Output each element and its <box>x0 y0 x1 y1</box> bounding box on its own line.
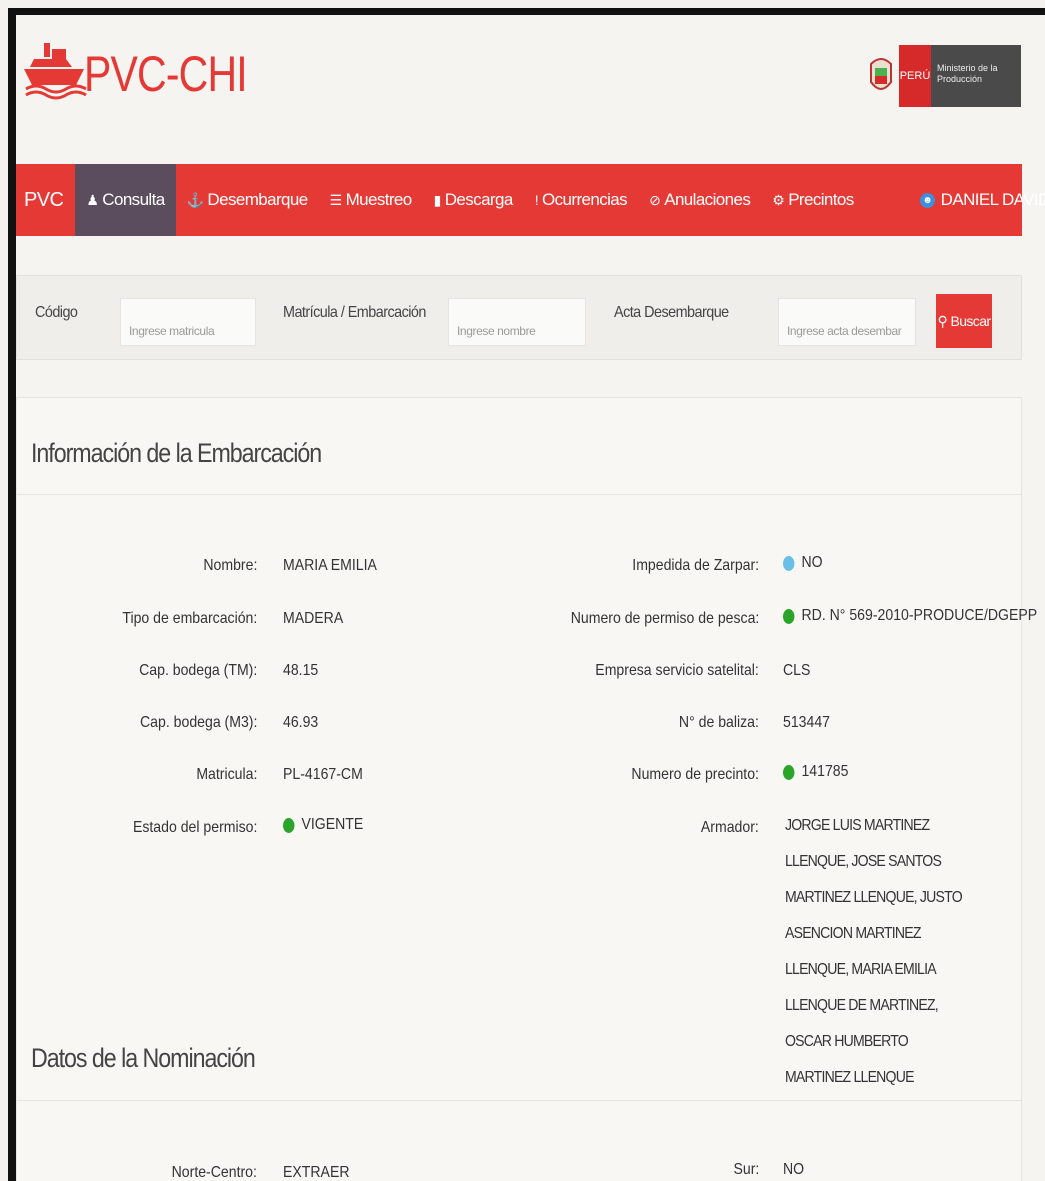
user-menu[interactable]: ☻ DANIEL DAVID DAVILA RAICO - Inspector … <box>909 164 1045 236</box>
anchor-icon: ⚓ <box>186 191 204 208</box>
bar-chart-icon: ▮ <box>433 191 442 208</box>
nav-item-descarga[interactable]: ▮ Descarga <box>423 164 524 236</box>
nav-item-label: Consulta <box>102 190 165 209</box>
field-label: Impedida de Zarpar: <box>632 557 759 574</box>
status-green-dot <box>783 764 795 780</box>
acta-input[interactable] <box>778 298 916 346</box>
nav-brand[interactable]: PVC <box>16 164 75 236</box>
ban-icon: ⊘ <box>649 191 661 208</box>
search-icon: ⚲ <box>937 312 948 329</box>
nav-item-label: Ocurrencias <box>542 190 628 209</box>
nav-item-muestreo[interactable]: ☰ Muestreo <box>319 164 423 236</box>
header: PVC-CHI PERÚ Ministerio de la Producción <box>16 15 1045 160</box>
nav-item-precintos[interactable]: ⚙ Precintos <box>761 164 864 236</box>
ship-logo-icon <box>24 43 87 100</box>
status-text: 141785 <box>801 763 849 780</box>
nav-item-anulaciones[interactable]: ⊘ Anulaciones <box>638 164 761 236</box>
peru-shield-icon <box>870 58 892 90</box>
codigo-input[interactable] <box>120 298 256 346</box>
embarcacion-title: Información de la Embarcación <box>31 438 322 468</box>
field-value: PL-4167-CM <box>283 766 363 783</box>
field-label: Nombre: <box>203 557 257 574</box>
matricula-input[interactable] <box>448 298 586 346</box>
status-blue-dot <box>783 555 795 571</box>
buscar-button[interactable]: ⚲ Buscar <box>936 294 992 348</box>
field-value: VIGENTE <box>283 816 363 834</box>
field-label: Armador: <box>701 819 759 836</box>
status-text: RD. N° 569-2010-PRODUCE/DGEPP <box>801 607 1038 624</box>
field-label: Sur: <box>733 1161 759 1178</box>
field-label: Numero de precinto: <box>631 766 759 783</box>
field-value: NO <box>783 1161 805 1178</box>
government-badge: PERÚ Ministerio de la Producción <box>867 45 1021 107</box>
field-label: Tipo de embarcación: <box>122 610 257 627</box>
field-value: MARIA EMILIA <box>283 557 377 574</box>
app-logo-text: PVC-CHI <box>84 46 248 102</box>
nominacion-title: Datos de la Nominación <box>31 1043 256 1073</box>
embarcacion-panel: Información de la Embarcación Nombre: MA… <box>16 397 1037 1181</box>
field-value: 513447 <box>783 714 830 731</box>
divider <box>17 1100 1021 1101</box>
field-value: 46.93 <box>283 714 319 731</box>
peru-label: PERÚ <box>899 45 931 107</box>
acta-label: Acta Desembarque <box>614 304 729 321</box>
buscar-label: Buscar <box>950 312 991 329</box>
app-logo[interactable]: PVC-CHI <box>22 37 283 103</box>
field-value: EXTRAER <box>283 1164 350 1181</box>
field-value: RD. N° 569-2010-PRODUCE/DGEPP <box>783 607 1037 625</box>
user-icon: ♟ <box>86 191 99 208</box>
main-navbar: PVC ♟ Consulta ⚓ Desembarque ☰ Muestreo … <box>16 164 1045 236</box>
field-label: Cap. bodega (TM): <box>138 662 257 679</box>
field-label: Estado del permiso: <box>132 819 257 836</box>
field-label: Numero de permiso de pesca: <box>570 610 759 627</box>
nav-item-consulta[interactable]: ♟ Consulta <box>75 164 176 236</box>
nav-item-ocurrencias[interactable]: ! Ocurrencias <box>524 164 638 236</box>
nav-item-desembarque[interactable]: ⚓ Desembarque <box>176 164 319 236</box>
ministry-label: Ministerio de la Producción <box>931 45 1021 107</box>
field-label: Cap. bodega (M3): <box>139 714 257 731</box>
exclamation-icon: ! <box>534 192 539 208</box>
field-value: 141785 <box>783 763 848 781</box>
divider <box>17 494 1021 495</box>
search-panel: Código Matrícula / Embarcación Acta Dese… <box>16 275 1022 360</box>
status-text: NO <box>801 554 823 571</box>
nav-item-label: Precintos <box>788 190 854 209</box>
field-label: Matricula: <box>195 766 257 783</box>
nav-item-label: Anulaciones <box>664 190 751 209</box>
nav-item-label: Muestreo <box>345 190 413 209</box>
nav-item-label: Descarga <box>444 190 514 209</box>
field-value: 48.15 <box>283 662 319 679</box>
app-frame: PVC-CHI PERÚ Ministerio de la Producción… <box>8 8 1045 1181</box>
field-value: CLS <box>783 662 811 679</box>
field-value: MADERA <box>283 610 344 627</box>
user-avatar-icon: ☻ <box>919 192 935 208</box>
status-green-dot <box>283 817 295 833</box>
codigo-label: Código <box>35 304 78 321</box>
gear-icon: ⚙ <box>772 191 785 208</box>
status-text: VIGENTE <box>301 816 364 833</box>
field-label: N° de baliza: <box>679 714 759 731</box>
matricula-label: Matrícula / Embarcación <box>283 304 426 321</box>
field-label: Empresa servicio satelital: <box>595 662 759 679</box>
field-label: Norte-Centro: <box>171 1164 257 1181</box>
field-value: NO <box>783 554 823 572</box>
armador-value: JORGE LUIS MARTINEZ LLENQUE, JOSE SANTOS… <box>785 817 963 1086</box>
list-icon: ☰ <box>329 191 343 208</box>
nav-item-label: Desembarque <box>207 190 308 209</box>
user-name: DANIEL DAVID DAVILA RAICO - Inspector <box>940 190 1045 209</box>
status-green-dot <box>783 608 795 624</box>
